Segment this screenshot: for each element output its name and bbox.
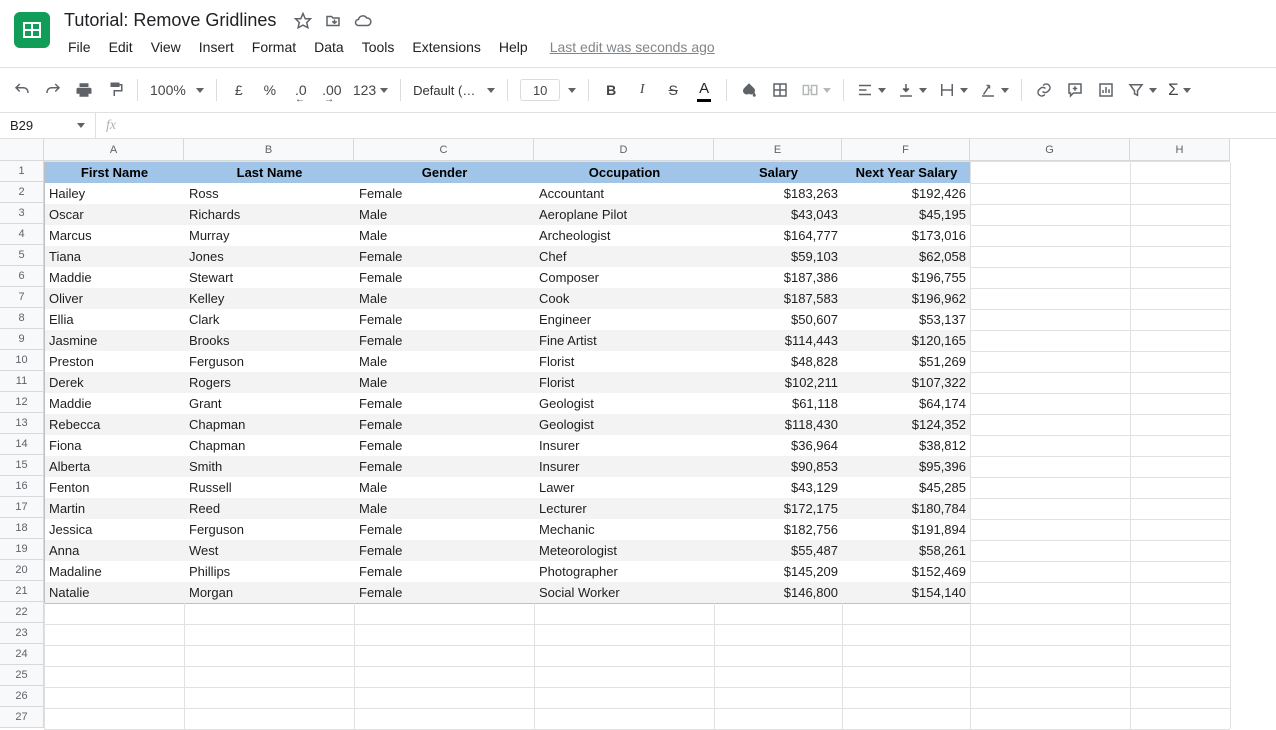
menu-edit[interactable]: Edit bbox=[101, 35, 141, 59]
col-header-G[interactable]: G bbox=[970, 139, 1130, 161]
row-header-1[interactable]: 1 bbox=[0, 161, 44, 182]
row-header-26[interactable]: 26 bbox=[0, 686, 44, 707]
col-header-C[interactable]: C bbox=[354, 139, 534, 161]
chevron-down-icon bbox=[77, 123, 85, 128]
redo-button[interactable] bbox=[39, 76, 67, 104]
row-header-21[interactable]: 21 bbox=[0, 581, 44, 602]
functions-button[interactable]: Σ bbox=[1164, 76, 1195, 104]
row-header-6[interactable]: 6 bbox=[0, 266, 44, 287]
more-formats-dropdown[interactable]: 123 bbox=[349, 76, 392, 104]
menu-insert[interactable]: Insert bbox=[191, 35, 242, 59]
row-header-4[interactable]: 4 bbox=[0, 224, 44, 245]
row-header-16[interactable]: 16 bbox=[0, 476, 44, 497]
row-header-19[interactable]: 19 bbox=[0, 539, 44, 560]
h-align-button[interactable] bbox=[852, 76, 890, 104]
row-header-9[interactable]: 9 bbox=[0, 329, 44, 350]
chevron-down-icon bbox=[878, 88, 886, 93]
chevron-down-icon bbox=[1183, 88, 1191, 93]
move-icon[interactable] bbox=[324, 12, 342, 30]
print-button[interactable] bbox=[70, 76, 98, 104]
col-header-D[interactable]: D bbox=[534, 139, 714, 161]
fill-color-button[interactable] bbox=[735, 76, 763, 104]
col-header-B[interactable]: B bbox=[184, 139, 354, 161]
chevron-down-icon bbox=[1149, 88, 1157, 93]
chevron-down-icon bbox=[1001, 88, 1009, 93]
filter-button[interactable] bbox=[1123, 76, 1161, 104]
row-header-10[interactable]: 10 bbox=[0, 350, 44, 371]
decrease-decimal-button[interactable]: .0← bbox=[287, 76, 315, 104]
text-color-button[interactable]: A bbox=[690, 76, 718, 104]
fx-icon: fx bbox=[96, 118, 126, 134]
row-header-23[interactable]: 23 bbox=[0, 623, 44, 644]
row-header-15[interactable]: 15 bbox=[0, 455, 44, 476]
strikethrough-button[interactable]: S bbox=[659, 76, 687, 104]
row-header-3[interactable]: 3 bbox=[0, 203, 44, 224]
menu-extensions[interactable]: Extensions bbox=[404, 35, 488, 59]
menubar: FileEditViewInsertFormatDataToolsExtensi… bbox=[60, 35, 715, 59]
sheets-logo[interactable] bbox=[14, 12, 50, 48]
borders-button[interactable] bbox=[766, 76, 794, 104]
font-size-input[interactable]: 10 bbox=[516, 76, 580, 104]
col-header-H[interactable]: H bbox=[1130, 139, 1230, 161]
insert-comment-button[interactable] bbox=[1061, 76, 1089, 104]
row-header-20[interactable]: 20 bbox=[0, 560, 44, 581]
row-header-5[interactable]: 5 bbox=[0, 245, 44, 266]
app-header: Tutorial: Remove Gridlines FileEditViewI… bbox=[0, 0, 1276, 59]
row-header-8[interactable]: 8 bbox=[0, 308, 44, 329]
italic-button[interactable]: I bbox=[628, 76, 656, 104]
col-header-A[interactable]: A bbox=[44, 139, 184, 161]
menu-format[interactable]: Format bbox=[244, 35, 304, 59]
row-header-27[interactable]: 27 bbox=[0, 707, 44, 728]
row-header-25[interactable]: 25 bbox=[0, 665, 44, 686]
row-header-7[interactable]: 7 bbox=[0, 287, 44, 308]
row-header-14[interactable]: 14 bbox=[0, 434, 44, 455]
name-box[interactable]: B29 bbox=[0, 113, 96, 138]
cloud-status-icon[interactable] bbox=[354, 12, 372, 30]
insert-chart-button[interactable] bbox=[1092, 76, 1120, 104]
sheet-area: ABCDEFGH 1234567891011121314151617181920… bbox=[0, 139, 1276, 717]
chevron-down-icon bbox=[823, 88, 831, 93]
menu-file[interactable]: File bbox=[60, 35, 99, 59]
chevron-down-icon bbox=[960, 88, 968, 93]
col-header-F[interactable]: F bbox=[842, 139, 970, 161]
row-header-11[interactable]: 11 bbox=[0, 371, 44, 392]
increase-decimal-button[interactable]: .00→ bbox=[318, 76, 346, 104]
toolbar: 100% £ % .0← .00→ 123 Default (Ari... 10… bbox=[0, 67, 1276, 113]
row-header-22[interactable]: 22 bbox=[0, 602, 44, 623]
zoom-dropdown[interactable]: 100% bbox=[146, 76, 208, 104]
formula-bar: B29 fx bbox=[0, 113, 1276, 139]
row-header-12[interactable]: 12 bbox=[0, 392, 44, 413]
chevron-down-icon bbox=[380, 88, 388, 93]
merge-cells-button[interactable] bbox=[797, 76, 835, 104]
text-rotate-button[interactable] bbox=[975, 76, 1013, 104]
font-dropdown[interactable]: Default (Ari... bbox=[409, 76, 499, 104]
row-header-13[interactable]: 13 bbox=[0, 413, 44, 434]
row-header-17[interactable]: 17 bbox=[0, 497, 44, 518]
row-header-2[interactable]: 2 bbox=[0, 182, 44, 203]
menu-data[interactable]: Data bbox=[306, 35, 352, 59]
star-icon[interactable] bbox=[294, 12, 312, 30]
last-edit-link[interactable]: Last edit was seconds ago bbox=[550, 39, 715, 55]
v-align-button[interactable] bbox=[893, 76, 931, 104]
percent-button[interactable]: % bbox=[256, 76, 284, 104]
undo-button[interactable] bbox=[8, 76, 36, 104]
row-header-24[interactable]: 24 bbox=[0, 644, 44, 665]
menu-help[interactable]: Help bbox=[491, 35, 536, 59]
text-wrap-button[interactable] bbox=[934, 76, 972, 104]
chevron-down-icon bbox=[196, 88, 204, 93]
chevron-down-icon bbox=[568, 88, 576, 93]
bold-button[interactable]: B bbox=[597, 76, 625, 104]
menu-view[interactable]: View bbox=[143, 35, 189, 59]
select-all-corner[interactable] bbox=[0, 139, 44, 161]
row-header-18[interactable]: 18 bbox=[0, 518, 44, 539]
formula-input[interactable] bbox=[126, 113, 1276, 138]
col-header-E[interactable]: E bbox=[714, 139, 842, 161]
menu-tools[interactable]: Tools bbox=[354, 35, 403, 59]
chevron-down-icon bbox=[487, 88, 495, 93]
chevron-down-icon bbox=[919, 88, 927, 93]
paint-format-button[interactable] bbox=[101, 76, 129, 104]
currency-button[interactable]: £ bbox=[225, 76, 253, 104]
doc-title[interactable]: Tutorial: Remove Gridlines bbox=[60, 8, 280, 33]
insert-link-button[interactable] bbox=[1030, 76, 1058, 104]
